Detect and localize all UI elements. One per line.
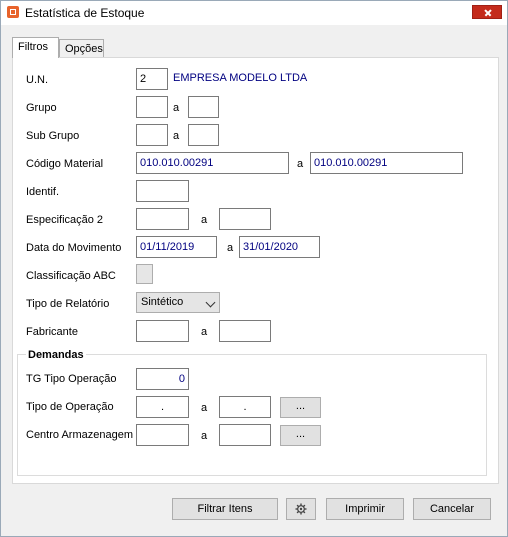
tipo-relatorio-label: Tipo de Relatório xyxy=(26,298,110,310)
especificacao2-range-sep: a xyxy=(201,214,208,226)
gear-icon xyxy=(295,503,307,515)
company-name: EMPRESA MODELO LTDA xyxy=(173,72,308,84)
un-label: U.N. xyxy=(26,74,48,86)
especificacao2-from-input[interactable] xyxy=(136,208,189,230)
fabricante-label: Fabricante xyxy=(26,326,78,338)
classificacao-abc-checkbox[interactable] xyxy=(136,264,153,284)
classificacao-abc-label: Classificação ABC xyxy=(26,270,116,282)
codigo-material-to-input[interactable]: 010.010.00291 xyxy=(310,152,463,174)
identif-input[interactable] xyxy=(136,180,189,202)
tipo-relatorio-select[interactable]: Sintético xyxy=(136,292,220,313)
sub-grupo-from-input[interactable] xyxy=(136,124,168,146)
tipo-operacao-range-sep: a xyxy=(201,402,208,414)
demandas-title: Demandas xyxy=(26,349,86,361)
grupo-to-input[interactable] xyxy=(188,96,219,118)
title-bar: Estatística de Estoque xyxy=(1,1,507,25)
fabricante-from-input[interactable] xyxy=(136,320,189,342)
close-button[interactable] xyxy=(472,5,502,19)
codigo-material-range-sep: a xyxy=(297,158,304,170)
tipo-relatorio-value: Sintético xyxy=(141,296,184,308)
tipo-operacao-browse-button[interactable]: ... xyxy=(280,397,321,418)
codigo-material-from-input[interactable]: 010.010.00291 xyxy=(136,152,289,174)
chevron-down-icon xyxy=(205,297,216,308)
fabricante-range-sep: a xyxy=(201,326,208,338)
centro-armazenagem-browse-button[interactable]: ... xyxy=(280,425,321,446)
filtrar-itens-button[interactable]: Filtrar Itens xyxy=(172,498,278,520)
grupo-range-sep: a xyxy=(173,102,180,114)
tipo-operacao-to-input[interactable]: . xyxy=(219,396,271,418)
identif-label: Identif. xyxy=(26,186,60,198)
data-movimento-label: Data do Movimento xyxy=(26,242,122,254)
settings-button[interactable] xyxy=(286,498,316,520)
centro-armazenagem-label: Centro Armazenagem xyxy=(26,429,133,441)
un-input[interactable]: 2 xyxy=(136,68,168,90)
cancelar-button[interactable]: Cancelar xyxy=(413,498,491,520)
app-icon xyxy=(7,6,19,18)
fabricante-to-input[interactable] xyxy=(219,320,271,342)
especificacao2-to-input[interactable] xyxy=(219,208,271,230)
tab-filtros[interactable]: Filtros xyxy=(12,37,59,58)
data-movimento-to-input[interactable]: 31/01/2020 xyxy=(239,236,320,258)
data-movimento-range-sep: a xyxy=(227,242,234,254)
window-title: Estatística de Estoque xyxy=(25,6,145,20)
tipo-operacao-label: Tipo de Operação xyxy=(26,401,114,413)
sub-grupo-to-input[interactable] xyxy=(188,124,219,146)
codigo-material-label: Código Material xyxy=(26,158,104,170)
grupo-label: Grupo xyxy=(26,102,57,114)
imprimir-button[interactable]: Imprimir xyxy=(326,498,404,520)
tg-tipo-operacao-input[interactable]: 0 xyxy=(136,368,189,390)
especificacao2-label: Especificação 2 xyxy=(26,214,104,226)
sub-grupo-range-sep: a xyxy=(173,130,180,142)
dialog-window: Estatística de Estoque Filtros Opções U.… xyxy=(0,0,508,537)
sub-grupo-label: Sub Grupo xyxy=(26,130,80,142)
centro-armazenagem-range-sep: a xyxy=(201,430,208,442)
centro-armazenagem-to-input[interactable] xyxy=(219,424,271,446)
centro-armazenagem-from-input[interactable] xyxy=(136,424,189,446)
data-movimento-from-input[interactable]: 01/11/2019 xyxy=(136,236,217,258)
tipo-operacao-from-input[interactable]: . xyxy=(136,396,189,418)
tab-opcoes[interactable]: Opções xyxy=(59,39,104,57)
tg-tipo-operacao-label: TG Tipo Operação xyxy=(26,373,117,385)
grupo-from-input[interactable] xyxy=(136,96,168,118)
